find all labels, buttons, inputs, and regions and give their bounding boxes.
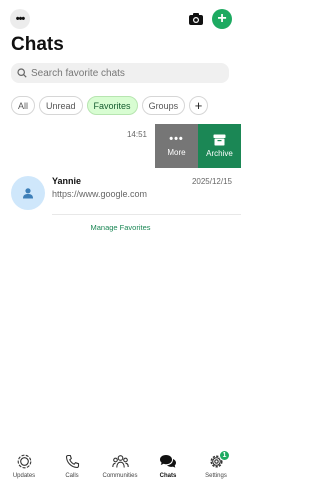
add-filter-button[interactable]: + xyxy=(189,96,209,115)
new-chat-button[interactable]: + xyxy=(212,9,232,29)
nav-label: Settings xyxy=(205,473,227,479)
filter-chips: All Unread Favorites Groups + xyxy=(11,96,209,115)
archive-action-label: Archive xyxy=(206,149,233,158)
archive-action-button[interactable]: Archive xyxy=(198,124,241,168)
nav-label: Chats xyxy=(159,473,177,479)
chat-row[interactable]: Yannie https://www.google.com 2025/12/15 xyxy=(0,171,241,215)
updates-icon xyxy=(17,454,31,469)
chats-icon xyxy=(160,455,176,468)
person-icon xyxy=(23,188,33,199)
phone-icon xyxy=(65,454,79,469)
nav-label: Communities xyxy=(102,473,138,479)
more-icon: ••• xyxy=(169,132,184,145)
filter-all[interactable]: All xyxy=(11,96,36,115)
more-action-label: More xyxy=(167,147,186,157)
swiped-chat-row[interactable]: 14:51 ••• More Archive xyxy=(0,124,241,168)
chat-name: Yannie xyxy=(52,176,82,186)
divider xyxy=(52,214,241,215)
notification-badge: 1 xyxy=(219,450,230,461)
manage-favorites-link[interactable]: Manage Favorites xyxy=(0,223,241,232)
nav-communities[interactable]: Communities xyxy=(100,454,140,479)
search-icon xyxy=(17,68,27,78)
camera-icon[interactable] xyxy=(188,11,204,27)
nav-updates[interactable]: Updates xyxy=(4,454,44,479)
page-title: Chats xyxy=(11,34,64,55)
chat-date: 2025/12/15 xyxy=(191,177,232,186)
avatar xyxy=(11,176,45,210)
archive-icon xyxy=(213,134,226,146)
search-bar[interactable] xyxy=(11,63,229,83)
nav-chats[interactable]: Chats xyxy=(148,454,188,479)
search-input[interactable] xyxy=(31,67,221,79)
communities-icon xyxy=(111,455,129,468)
filter-groups[interactable]: Groups xyxy=(141,96,186,115)
chat-preview: https://www.google.com xyxy=(52,189,148,199)
chats-screen: ••• + Chats All Unread Favorites Groups … xyxy=(0,0,241,500)
top-bar: ••• + xyxy=(0,9,241,29)
chat-time: 14:51 xyxy=(126,130,147,139)
bottom-nav: Updates Calls Communities Chats 1 Settin… xyxy=(0,446,241,500)
more-action-button[interactable]: ••• More xyxy=(155,124,198,168)
filter-unread[interactable]: Unread xyxy=(39,96,83,115)
nav-label: Updates xyxy=(12,473,36,479)
nav-settings[interactable]: 1 Settings xyxy=(196,450,236,479)
nav-label: Calls xyxy=(65,473,79,479)
nav-calls[interactable]: Calls xyxy=(52,454,92,479)
more-options-button[interactable]: ••• xyxy=(10,9,30,29)
filter-favorites[interactable]: Favorites xyxy=(86,96,138,115)
